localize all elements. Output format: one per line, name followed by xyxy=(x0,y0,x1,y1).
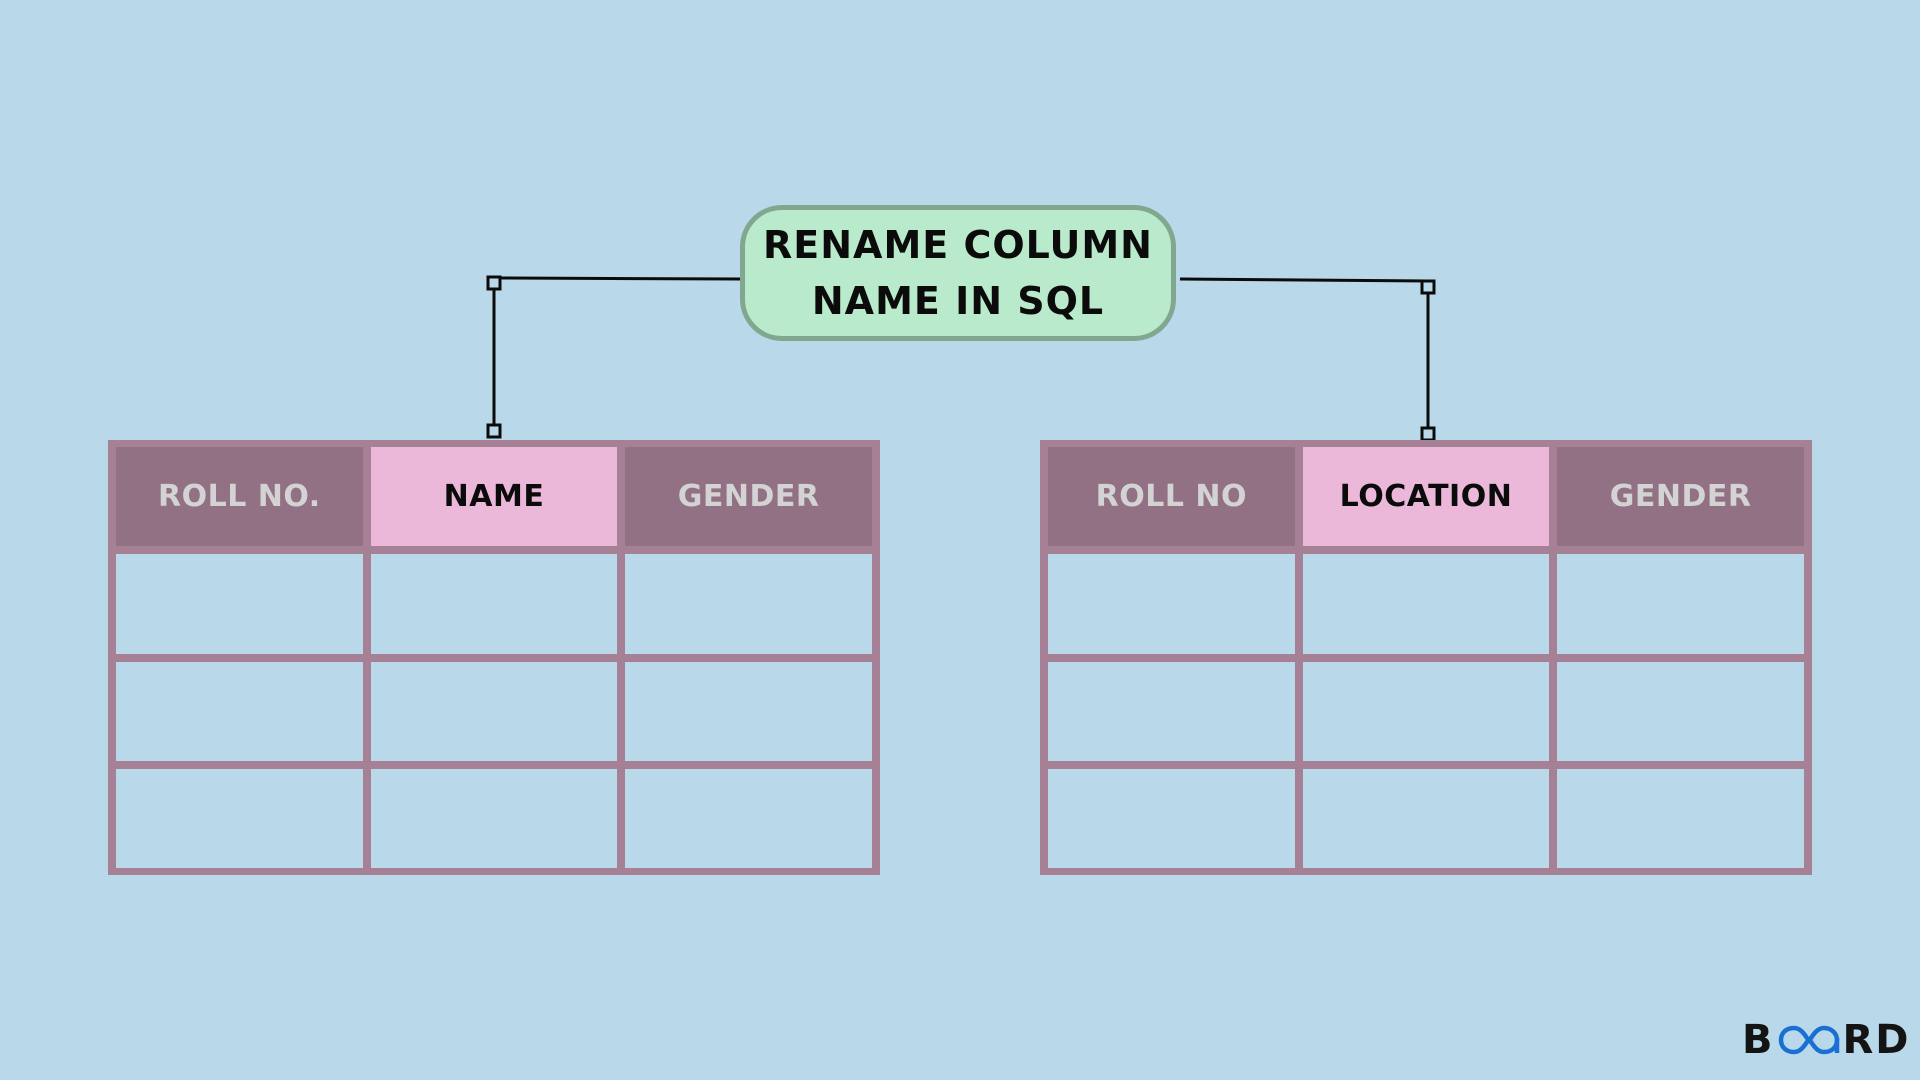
right-connector-top-handle xyxy=(1420,279,1436,295)
table-cell xyxy=(1302,769,1550,868)
infinity-oa-icon xyxy=(1778,1025,1839,1055)
table-cell xyxy=(1302,554,1550,654)
table-cell xyxy=(1048,769,1295,868)
table-cell xyxy=(625,769,872,868)
table-cell xyxy=(116,662,363,761)
board-logo: B RD xyxy=(1742,1017,1911,1063)
left-connector-top-handle xyxy=(486,275,502,291)
header-cell-gender: GENDER xyxy=(1557,447,1804,546)
table-cell xyxy=(1302,662,1550,761)
table-after: ROLL NO LOCATION GENDER xyxy=(1040,440,1812,875)
table-cell xyxy=(1557,769,1804,868)
right-connector-bottom-handle xyxy=(1420,426,1436,442)
title-line-1: RENAME COLUMN xyxy=(763,223,1153,267)
table-before: ROLL NO. NAME GENDER xyxy=(108,440,880,875)
table-cell xyxy=(370,662,618,761)
header-cell-location: LOCATION xyxy=(1302,447,1550,546)
table-cell xyxy=(370,769,618,868)
header-cell-roll-no: ROLL NO xyxy=(1048,447,1295,546)
header-cell-gender: GENDER xyxy=(625,447,872,546)
header-cell-name: NAME xyxy=(370,447,618,546)
table-cell xyxy=(1557,662,1804,761)
header-cell-roll-no: ROLL NO. xyxy=(116,447,363,546)
logo-text-prefix: B xyxy=(1742,1017,1775,1063)
table-cell xyxy=(116,554,363,654)
table-cell xyxy=(1048,554,1295,654)
table-cell xyxy=(116,769,363,868)
table-cell xyxy=(370,554,618,654)
title-line-2: NAME IN SQL xyxy=(811,279,1105,323)
table-cell xyxy=(1557,554,1804,654)
title-box: RENAME COLUMN NAME IN SQL xyxy=(740,205,1176,341)
logo-text-suffix: RD xyxy=(1842,1017,1911,1063)
table-cell xyxy=(625,662,872,761)
right-connector xyxy=(1179,277,1436,442)
left-connector xyxy=(486,275,741,439)
table-cell xyxy=(1048,662,1295,761)
table-cell xyxy=(625,554,872,654)
left-connector-bottom-handle xyxy=(486,423,502,439)
